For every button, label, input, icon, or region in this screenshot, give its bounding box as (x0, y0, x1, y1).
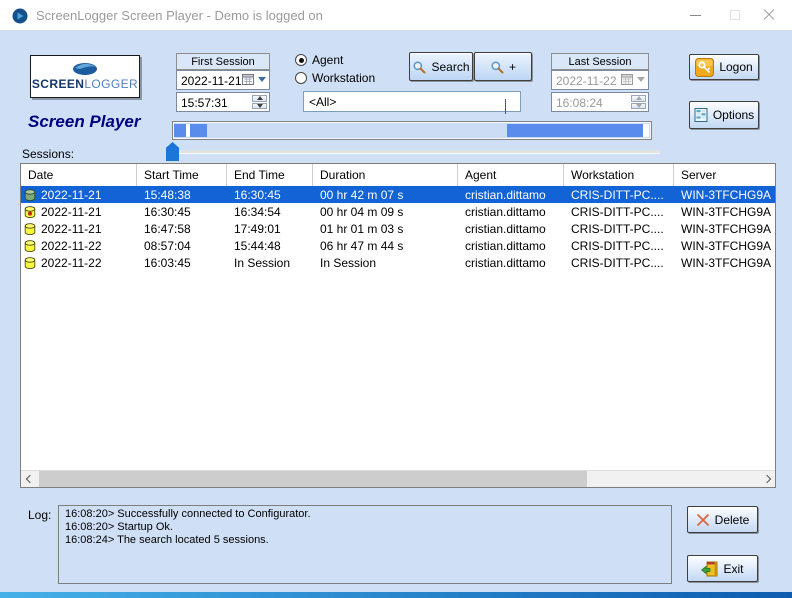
logon-button[interactable]: Logon (689, 54, 759, 80)
search-icon (412, 60, 426, 74)
time-spinner-disabled (631, 95, 646, 109)
sessions-table: Date Start Time End Time Duration Agent … (20, 163, 776, 488)
col-header-end-time[interactable]: End Time (227, 164, 313, 186)
filter-combobox[interactable]: <All> (303, 91, 521, 112)
filter-combobox-value: <All> (309, 95, 336, 109)
agent-radio-row[interactable]: Agent (295, 53, 343, 67)
col-header-duration[interactable]: Duration (313, 164, 458, 186)
table-header: Date Start Time End Time Duration Agent … (21, 164, 775, 186)
first-session-time-field[interactable]: 15:57:31 (176, 92, 270, 112)
window-bottom-border (0, 592, 792, 598)
first-session-time-value: 15:57:31 (181, 96, 228, 110)
options-grid-icon (694, 108, 708, 122)
calendar-icon[interactable] (242, 73, 254, 85)
workstation-radio-row[interactable]: Workstation (295, 71, 375, 85)
table-row[interactable]: 2022-11-21 16:30:45 16:34:54 00 hr 04 m … (21, 203, 775, 220)
delete-button[interactable]: Delete (687, 506, 758, 533)
last-session-date-value: 2022-11-22 (556, 74, 617, 88)
horizontal-scrollbar[interactable] (21, 470, 775, 487)
delete-button-label: Delete (715, 513, 750, 527)
first-session-header: First Session (176, 53, 270, 70)
app-window: ScreenLogger Screen Player - Demo is log… (0, 0, 792, 598)
last-session-time-value: 16:08:24 (556, 96, 603, 110)
workstation-radio[interactable] (295, 72, 307, 84)
scrollbar-thumb[interactable] (39, 471, 587, 487)
workstation-radio-label: Workstation (312, 71, 375, 85)
log-line: 16:08:20> Startup Ok. (65, 521, 665, 534)
maximize-icon (730, 10, 740, 20)
exit-button-label: Exit (723, 562, 743, 576)
first-session-date-value: 2022-11-21 (181, 74, 242, 88)
logo-text: SCREENLOGGER (32, 77, 138, 91)
screenlogger-logo: SCREENLOGGER (30, 55, 140, 98)
spin-down-icon (257, 104, 263, 108)
window-title: ScreenLogger Screen Player - Demo is log… (36, 8, 323, 23)
search-plus-button[interactable]: + (474, 52, 532, 81)
minimize-button[interactable] (678, 0, 712, 30)
chevron-right-icon (762, 475, 770, 483)
exit-button[interactable]: Exit (687, 555, 758, 582)
calendar-icon-disabled (621, 73, 633, 85)
table-row[interactable]: 2022-11-22 16:03:45 In Session In Sessio… (21, 254, 775, 271)
search-plus-button-label: + (509, 60, 516, 74)
table-row[interactable]: 2022-11-21 16:47:58 17:49:01 01 hr 01 m … (21, 220, 775, 237)
app-icon (12, 8, 28, 24)
logo-swirl-icon (70, 62, 100, 76)
search-button-label: Search (431, 60, 469, 74)
last-session-date-field: 2022-11-22 (551, 70, 649, 90)
agent-radio-label: Agent (312, 53, 343, 67)
session-db-icon (23, 239, 37, 253)
table-row[interactable]: 2022-11-21 15:48:38 16:30:45 00 hr 42 m … (21, 186, 775, 203)
search-button[interactable]: Search (409, 52, 473, 81)
playback-slider-track[interactable] (172, 150, 660, 154)
log-label: Log: (28, 508, 51, 522)
key-icon (695, 58, 714, 77)
spin-up-icon (257, 96, 263, 100)
options-button[interactable]: Options (689, 101, 759, 129)
close-icon (763, 9, 775, 21)
scroll-right-button[interactable] (758, 471, 775, 487)
page-title: Screen Player (28, 112, 140, 132)
session-db-icon (23, 205, 37, 219)
spin-down-button[interactable] (252, 103, 267, 110)
spin-up-button[interactable] (252, 95, 267, 102)
col-header-agent[interactable]: Agent (458, 164, 564, 186)
close-button[interactable] (752, 0, 786, 30)
session-db-icon (23, 222, 37, 236)
last-session-header: Last Session (551, 53, 649, 70)
col-header-date[interactable]: Date (21, 164, 137, 186)
playback-slider-thumb[interactable] (166, 142, 179, 161)
col-header-server[interactable]: Server (674, 164, 775, 186)
session-db-icon (23, 256, 37, 270)
log-box: 16:08:20> Successfully connected to Conf… (58, 505, 672, 584)
session-db-icon (23, 188, 37, 202)
log-line: 16:08:24> The search located 5 sessions. (65, 534, 665, 547)
scroll-left-button[interactable] (21, 471, 38, 487)
session-timeline[interactable] (172, 121, 652, 140)
exit-door-icon (701, 561, 718, 577)
first-session-date-field[interactable]: 2022-11-21 (176, 70, 270, 90)
time-spinner (252, 95, 267, 109)
col-header-start-time[interactable]: Start Time (137, 164, 227, 186)
options-button-label: Options (713, 108, 754, 122)
delete-x-icon (696, 513, 710, 527)
log-line: 16:08:20> Successfully connected to Conf… (65, 508, 665, 521)
table-row[interactable]: 2022-11-22 08:57:04 15:44:48 06 hr 47 m … (21, 237, 775, 254)
chevron-left-icon (25, 475, 33, 483)
date-dropdown-icon-disabled (637, 77, 645, 82)
date-dropdown-icon[interactable] (258, 77, 266, 82)
title-bar: ScreenLogger Screen Player - Demo is log… (0, 0, 792, 31)
maximize-button[interactable] (718, 0, 752, 30)
sessions-label: Sessions: (22, 147, 74, 161)
last-session-time-field: 16:08:24 (551, 92, 649, 112)
chevron-down-icon[interactable] (505, 99, 513, 107)
logon-button-label: Logon (719, 60, 752, 74)
col-header-workstation[interactable]: Workstation (564, 164, 674, 186)
search-plus-icon (490, 60, 504, 74)
agent-radio[interactable] (295, 54, 307, 66)
minimize-icon (690, 15, 701, 16)
